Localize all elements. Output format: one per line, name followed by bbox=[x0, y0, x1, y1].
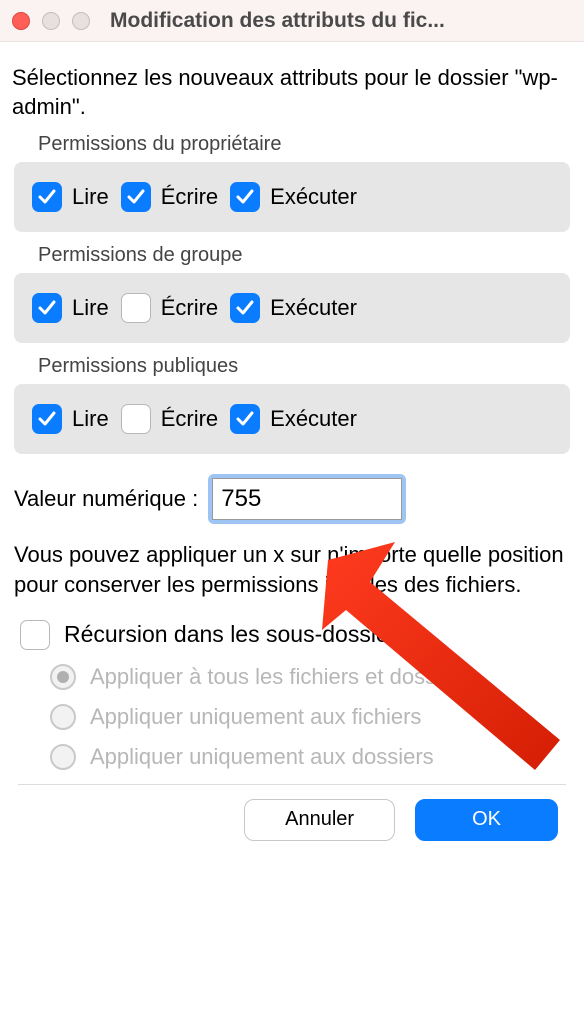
checkbox-label: Lire bbox=[72, 184, 109, 210]
checkbox-label: Exécuter bbox=[270, 184, 357, 210]
recurse-label: Récursion dans les sous-dossiers bbox=[64, 621, 408, 648]
checkbox-icon[interactable] bbox=[20, 620, 50, 650]
radio-icon bbox=[50, 744, 76, 770]
hint-text: Vous pouvez appliquer un x sur n'importe… bbox=[14, 540, 570, 599]
checkbox-icon[interactable] bbox=[121, 293, 151, 323]
checkbox-label: Écrire bbox=[161, 295, 218, 321]
checkbox-label: Lire bbox=[72, 406, 109, 432]
group-read[interactable]: Lire bbox=[32, 293, 109, 323]
owner-permissions-box: Lire Écrire Exécuter bbox=[14, 162, 570, 232]
group-write[interactable]: Écrire bbox=[121, 293, 218, 323]
numeric-value-row: Valeur numérique : bbox=[14, 474, 570, 524]
public-read[interactable]: Lire bbox=[32, 404, 109, 434]
checkbox-icon[interactable] bbox=[121, 182, 151, 212]
group-permissions-box: Lire Écrire Exécuter bbox=[14, 273, 570, 343]
recurse-option-dirs: Appliquer uniquement aux dossiers bbox=[50, 744, 570, 770]
radio-icon bbox=[50, 704, 76, 730]
numeric-value-label: Valeur numérique : bbox=[14, 486, 198, 512]
checkbox-label: Écrire bbox=[161, 406, 218, 432]
titlebar: Modification des attributs du fic... bbox=[0, 0, 584, 42]
public-permissions-box: Lire Écrire Exécuter bbox=[14, 384, 570, 454]
owner-read[interactable]: Lire bbox=[32, 182, 109, 212]
zoom-icon[interactable] bbox=[72, 12, 90, 30]
radio-label: Appliquer à tous les fichiers et dossier… bbox=[90, 664, 472, 690]
recurse-options: Appliquer à tous les fichiers et dossier… bbox=[50, 664, 570, 770]
public-write[interactable]: Écrire bbox=[121, 404, 218, 434]
checkbox-icon[interactable] bbox=[230, 182, 260, 212]
recurse-option-files: Appliquer uniquement aux fichiers bbox=[50, 704, 570, 730]
checkbox-icon[interactable] bbox=[230, 293, 260, 323]
owner-execute[interactable]: Exécuter bbox=[230, 182, 357, 212]
public-permissions-label: Permissions publiques bbox=[38, 355, 574, 378]
numeric-value-input[interactable] bbox=[212, 478, 402, 520]
radio-label: Appliquer uniquement aux dossiers bbox=[90, 744, 434, 770]
checkbox-label: Exécuter bbox=[270, 406, 357, 432]
owner-permissions-label: Permissions du propriétaire bbox=[38, 133, 574, 156]
prompt-text: Sélectionnez les nouveaux attributs pour… bbox=[12, 64, 572, 121]
radio-icon bbox=[50, 664, 76, 690]
radio-label: Appliquer uniquement aux fichiers bbox=[90, 704, 421, 730]
checkbox-icon[interactable] bbox=[230, 404, 260, 434]
checkbox-icon[interactable] bbox=[121, 404, 151, 434]
minimize-icon[interactable] bbox=[42, 12, 60, 30]
dialog-footer: Annuler OK bbox=[10, 799, 574, 857]
public-execute[interactable]: Exécuter bbox=[230, 404, 357, 434]
checkbox-label: Exécuter bbox=[270, 295, 357, 321]
close-icon[interactable] bbox=[12, 12, 30, 30]
checkbox-icon[interactable] bbox=[32, 404, 62, 434]
divider bbox=[18, 784, 566, 785]
group-permissions-label: Permissions de groupe bbox=[38, 244, 574, 267]
recurse-option-all: Appliquer à tous les fichiers et dossier… bbox=[50, 664, 570, 690]
checkbox-label: Lire bbox=[72, 295, 109, 321]
recurse-checkbox-row[interactable]: Récursion dans les sous-dossiers bbox=[20, 620, 570, 650]
checkbox-label: Écrire bbox=[161, 184, 218, 210]
cancel-button[interactable]: Annuler bbox=[244, 799, 395, 841]
ok-button[interactable]: OK bbox=[415, 799, 558, 841]
window-controls bbox=[12, 12, 90, 30]
group-execute[interactable]: Exécuter bbox=[230, 293, 357, 323]
checkbox-icon[interactable] bbox=[32, 182, 62, 212]
window-title: Modification des attributs du fic... bbox=[110, 9, 572, 33]
checkbox-icon[interactable] bbox=[32, 293, 62, 323]
owner-write[interactable]: Écrire bbox=[121, 182, 218, 212]
